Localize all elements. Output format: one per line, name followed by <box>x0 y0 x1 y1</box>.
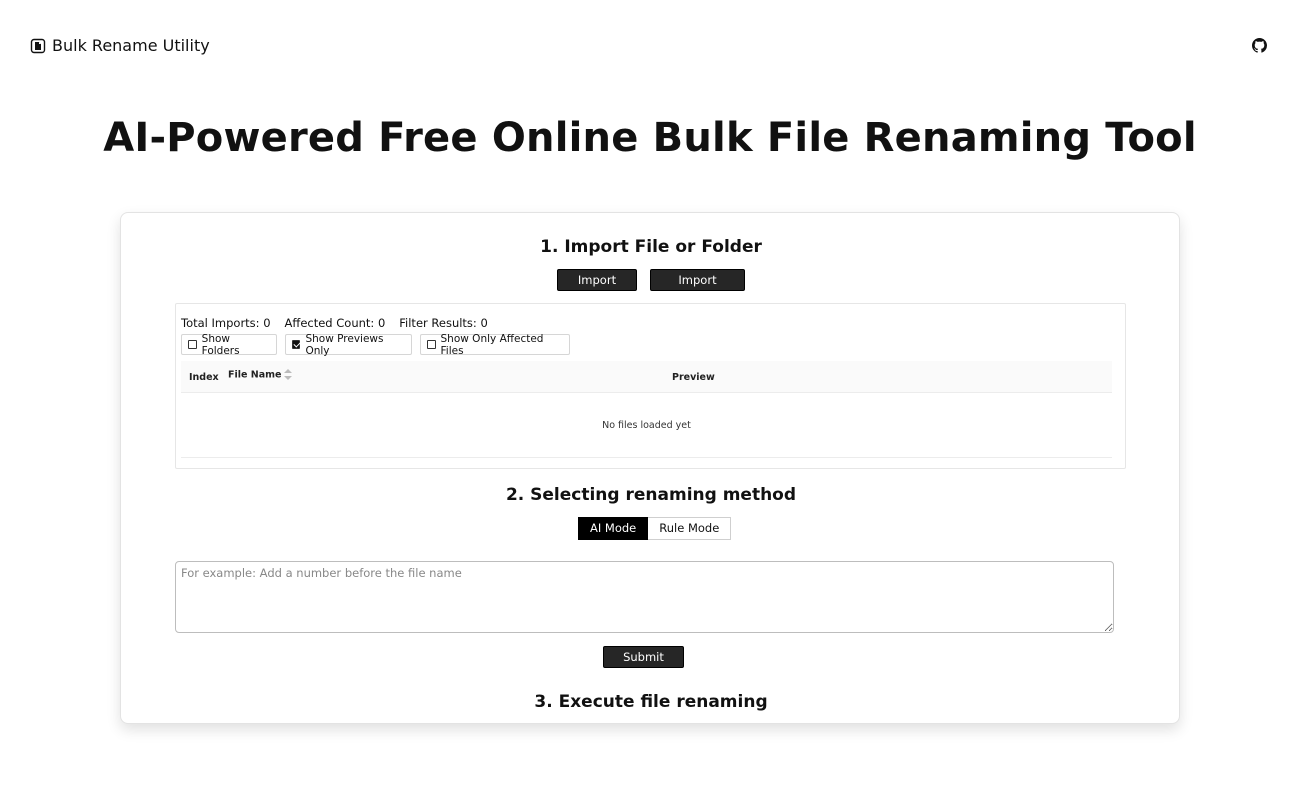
show-previews-only-checkbox[interactable]: Show Previews Only <box>285 332 412 357</box>
step2-title: 2. Selecting renaming method <box>505 485 797 505</box>
filter-results: Filter Results: 0 <box>399 316 488 330</box>
page-title: AI-Powered Free Online Bulk File Renamin… <box>103 115 1197 161</box>
rename-prompt-input[interactable] <box>175 561 1114 633</box>
total-imports: Total Imports: 0 <box>181 316 271 330</box>
import-folder-button[interactable]: Import Folder <box>650 269 745 307</box>
step1-title: 1. Import File or Folder <box>540 237 762 257</box>
empty-state: No files loaded yet <box>602 420 691 431</box>
column-file-name[interactable]: File Name <box>228 369 293 381</box>
ai-mode-button[interactable]: AI Mode <box>578 517 649 540</box>
affected-count: Affected Count: 0 <box>284 316 386 330</box>
submit-button[interactable]: Submit <box>603 646 684 668</box>
show-only-affected-label: Show Only Affected Files <box>440 332 544 357</box>
rename-card: 1. Import File or Folder Import File Imp… <box>120 212 1180 724</box>
column-index: Index <box>189 372 219 383</box>
import-file-button[interactable]: Import File <box>557 269 637 307</box>
table-header: Index File Name Preview <box>181 361 1112 393</box>
mode-toggle: AI Mode Rule Mode <box>578 517 732 540</box>
checkbox-unchecked-icon[interactable] <box>427 340 436 349</box>
show-folders-checkbox[interactable]: Show Folders <box>181 332 277 357</box>
column-preview: Preview <box>672 372 715 383</box>
top-bar: Bulk Rename Utility <box>0 0 1300 92</box>
file-icon <box>30 38 46 53</box>
table-body: No files loaded yet <box>181 393 1112 458</box>
files-table: Index File Name Preview No files loaded … <box>181 361 1112 458</box>
rule-mode-button[interactable]: Rule Mode <box>648 517 732 540</box>
sort-icon[interactable] <box>284 369 293 381</box>
github-icon[interactable] <box>1252 38 1267 53</box>
show-folders-label: Show Folders <box>201 332 240 357</box>
show-previews-only-label: Show Previews Only <box>305 332 384 357</box>
step3-title: 3. Execute file renaming <box>534 692 768 712</box>
brand-name: Bulk Rename Utility <box>52 36 210 55</box>
checkbox-checked-icon[interactable] <box>292 340 301 349</box>
show-only-affected-checkbox[interactable]: Show Only Affected Files <box>420 332 570 357</box>
checkbox-unchecked-icon[interactable] <box>188 340 197 349</box>
brand[interactable]: Bulk Rename Utility <box>30 36 210 55</box>
import-stats: Total Imports: 0 Affected Count: 0 Filte… <box>181 316 488 330</box>
files-panel: Total Imports: 0 Affected Count: 0 Filte… <box>175 303 1126 469</box>
